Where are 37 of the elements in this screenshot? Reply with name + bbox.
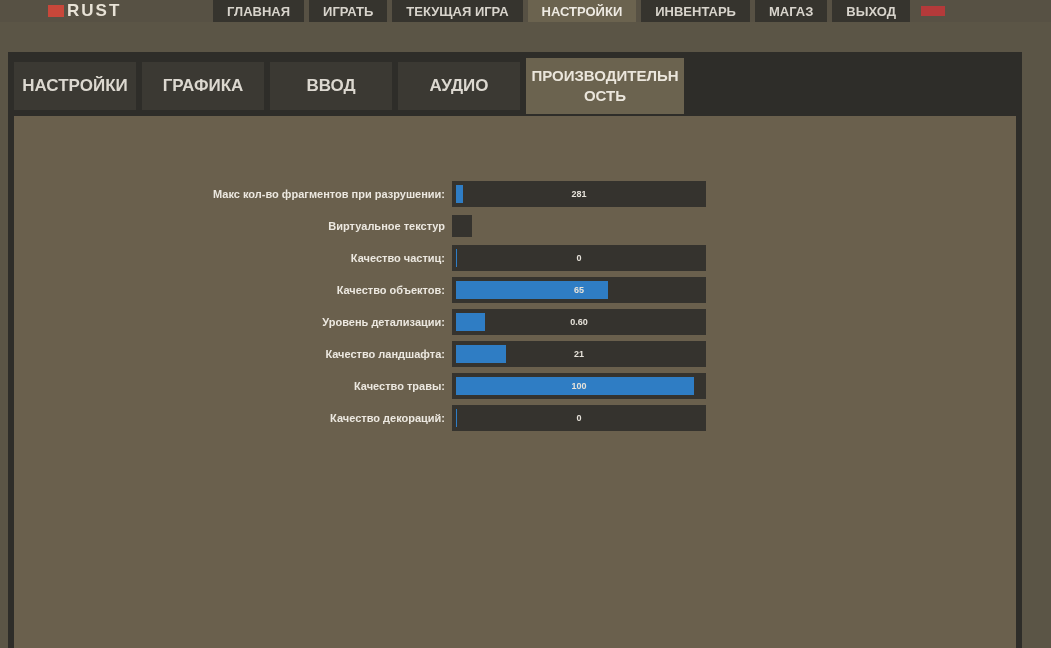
setting-label: Виртуальное текстур xyxy=(327,220,446,232)
slider-value: 0.60 xyxy=(569,316,589,329)
slider[interactable] xyxy=(452,405,706,431)
settings-tab[interactable]: НАСТРОЙКИ xyxy=(14,62,136,110)
slider[interactable] xyxy=(452,181,706,207)
setting-label: Макс кол-во фрагментов при разрушении: xyxy=(212,188,446,200)
setting-label: Уровень детализации: xyxy=(321,316,446,328)
checkbox[interactable] xyxy=(452,215,472,237)
settings-tab[interactable]: ГРАФИКА xyxy=(142,62,264,110)
slider[interactable] xyxy=(452,277,706,303)
slider[interactable] xyxy=(452,245,706,271)
setting-label: Качество травы: xyxy=(353,380,446,392)
slider-value: 0 xyxy=(575,412,583,425)
nav-tab[interactable]: ТЕКУЩАЯ ИГРА xyxy=(392,0,523,22)
nav-tab[interactable]: МАГАЗ xyxy=(754,0,828,22)
nav-tab[interactable]: НАСТРОЙКИ xyxy=(527,0,637,22)
nav-tab[interactable]: ИГРАТЬ xyxy=(309,0,388,22)
setting-label: Качество объектов: xyxy=(335,284,446,296)
setting-label: Качество частиц: xyxy=(349,252,446,264)
nav-tab[interactable]: ГЛАВНАЯ xyxy=(213,0,305,22)
setting-label: Качество декораций: xyxy=(329,412,446,424)
slider-value: 21 xyxy=(573,348,585,361)
logo-text: RUST xyxy=(67,1,122,21)
setting-label: Качество ландшафта: xyxy=(324,348,446,360)
logo-icon xyxy=(48,5,64,17)
slider[interactable] xyxy=(452,341,706,367)
settings-tab[interactable]: ВВОД xyxy=(270,62,392,110)
settings-tab[interactable]: АУДИО xyxy=(398,62,520,110)
settings-tab[interactable]: ПРОИЗВОДИТЕЛЬН ОСТЬ xyxy=(526,58,684,114)
slider-value: 0 xyxy=(575,252,583,265)
slider[interactable] xyxy=(452,309,706,335)
nav-tab[interactable]: ВЫХОД xyxy=(832,0,910,22)
nav-tab[interactable]: ИНВЕНТАРЬ xyxy=(641,0,750,22)
slider-value: 100 xyxy=(570,380,588,393)
slider-value: 281 xyxy=(570,188,588,201)
slider-value: 65 xyxy=(573,284,585,297)
slider[interactable] xyxy=(452,373,706,399)
